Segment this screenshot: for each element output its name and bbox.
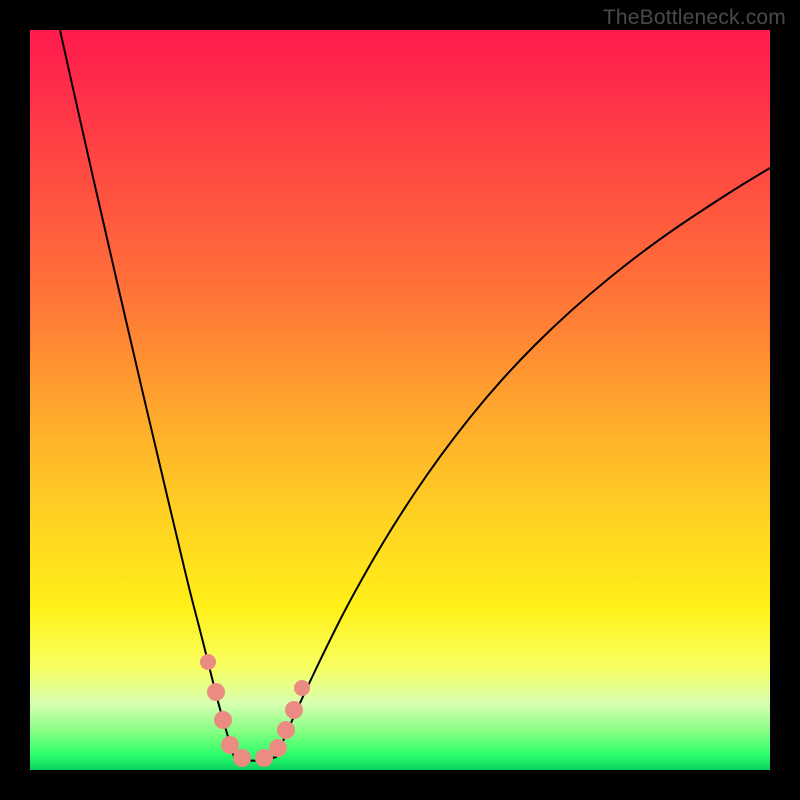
data-marker — [207, 683, 225, 701]
chart-svg — [30, 30, 770, 770]
chart-plot-area — [30, 30, 770, 770]
chart-frame: TheBottleneck.com — [0, 0, 800, 800]
left-curve — [60, 30, 234, 757]
data-marker — [294, 680, 310, 696]
data-marker — [214, 711, 232, 729]
data-marker — [269, 739, 287, 757]
marker-group — [200, 654, 310, 767]
watermark-text: TheBottleneck.com — [603, 6, 786, 30]
data-marker — [277, 721, 295, 739]
data-marker — [200, 654, 216, 670]
data-marker — [233, 749, 251, 767]
right-curve — [276, 168, 770, 757]
data-marker — [285, 701, 303, 719]
